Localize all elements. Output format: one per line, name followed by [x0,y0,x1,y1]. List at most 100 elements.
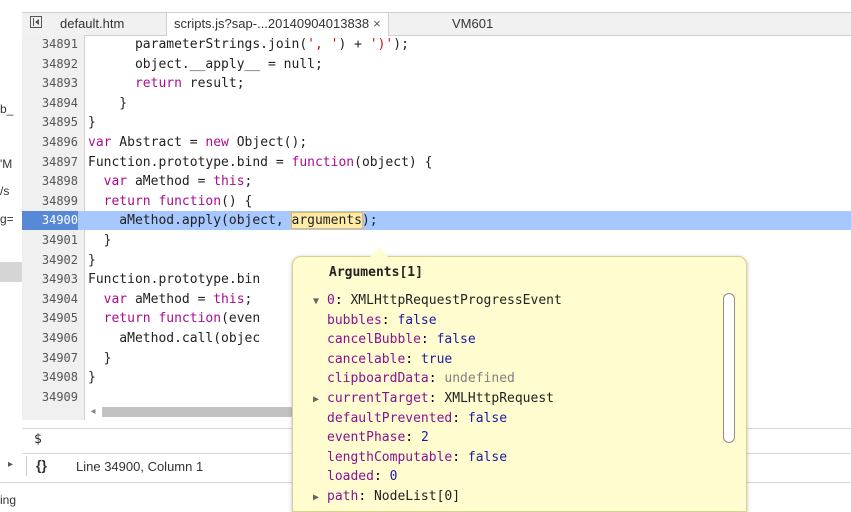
line-number[interactable]: 34900 [22,211,78,231]
line-number[interactable]: 34899 [22,192,78,211]
tab-label: VM601 [452,16,494,31]
line-number[interactable]: 34906 [22,329,78,348]
property-row[interactable]: ▼ 0: XMLHttpRequestProgressEvent [313,291,562,310]
collapsed-triangle-icon[interactable]: ▶ [313,488,327,507]
line-number[interactable]: 34908 [22,368,78,387]
property-key: eventPhase [327,430,406,446]
variable-popover[interactable]: Arguments[1] ▼ 0: XMLHttpRequestProgressE… [292,256,747,512]
pretty-print-button[interactable]: {} [36,457,47,473]
scrollbar-thumb[interactable] [102,407,292,417]
line-number[interactable]: 34892 [22,55,78,74]
property-key: defaultPrevented [327,410,453,426]
line-number[interactable]: 34894 [22,94,78,113]
code-token: } [88,233,112,248]
property-value: false [467,410,508,426]
code-token: ', ' [307,37,339,52]
line-number[interactable]: 34901 [22,231,78,250]
horizontal-scrollbar[interactable]: ◂ [86,405,296,419]
code-text: object.__apply__ = null; [88,55,323,74]
navigator-fragment: b_ [0,102,14,116]
property-row: cancelBubble: false [327,332,476,348]
bottom-fragment: ing [0,493,17,507]
code-token: new [205,135,229,150]
property-value: 0 [389,469,398,485]
code-text: } [88,113,96,132]
line-number[interactable]: 34895 [22,113,78,132]
cursor-position: Line 34900, Column 1 [76,459,204,474]
code-token: Object(); [228,135,308,150]
property-row: defaultPrevented: false [327,410,508,426]
line-number[interactable]: 34891 [22,35,78,54]
code-token: Function.prototype.bin [88,272,261,288]
property-value: XMLHttpRequest [444,391,554,406]
code-token: Function.prototype.bind = [88,154,292,170]
tab-label: default.htm [60,16,125,31]
line-number[interactable]: 34909 [22,388,78,407]
code-token: parameterStrings.join( [88,37,308,52]
code-token: (object) { [354,154,433,170]
scroll-left-icon[interactable]: ◂ [86,405,100,419]
code-token: var [103,174,128,190]
line-number[interactable]: 34898 [22,172,78,191]
code-token: } [88,95,128,111]
property-key: lengthComputable [327,449,453,465]
property-value: XMLHttpRequestProgressEvent [350,293,562,308]
collapsed-triangle-icon[interactable]: ▶ [313,390,327,409]
code-token: function [158,193,222,209]
code-text: } [88,94,127,113]
property-value: 2 [420,430,429,446]
code-token: function [291,154,355,170]
tab-scripts-js[interactable]: scripts.js?sap-...20140904013838 × [166,13,389,36]
popover-title: Arguments[1] [329,265,423,280]
property-key: cancelable [327,351,406,367]
navigator-fragment: 'M [0,157,13,171]
property-value: undefined [444,371,515,387]
code-text: } [88,368,96,387]
navigator-strip: b_ 'M /s g= [0,0,22,510]
line-number[interactable]: 34893 [22,74,78,93]
toggle-navigator-icon[interactable] [30,16,42,28]
code-line-current[interactable]: 34900 aMethod.apply(object, arguments); [22,211,851,231]
property-row[interactable]: ▶ path: NodeList[0] [313,487,460,506]
tab-label: scripts.js?sap-...20140904013838 [174,16,370,31]
property-row: eventPhase: 2 [327,430,429,446]
close-tab-icon[interactable]: × [373,16,381,31]
line-number[interactable]: 34902 [22,251,78,270]
code-text: return function() { [88,192,253,211]
line-number[interactable]: 34897 [22,153,78,172]
code-token: aMethod.call(objec [88,331,261,346]
code-text: var Abstract = new Object(); [88,133,307,152]
line-number[interactable]: 34905 [22,309,78,328]
popover-scrollbar[interactable] [723,293,735,443]
code-token: return [103,193,151,209]
property-key: bubbles [327,312,382,328]
code-text: aMethod.call(objec [88,329,260,348]
property-key: currentTarget [327,391,429,406]
expanded-triangle-icon[interactable]: ▼ [313,292,327,311]
code-text: } [88,251,96,270]
property-row[interactable]: ▶ currentTarget: XMLHttpRequest [313,389,554,408]
code-text: var aMethod = this; [88,172,253,191]
hovered-token[interactable]: arguments [290,212,363,230]
code-token: ; [244,174,253,190]
popover-pointer [370,247,388,257]
code-token: aMethod = [127,174,214,190]
expand-caret-icon[interactable]: ▸ [8,459,13,470]
line-number[interactable]: 34903 [22,270,78,289]
code-token: return [134,76,182,92]
line-number[interactable]: 34896 [22,133,78,152]
tab-vm601[interactable]: VM601 [446,13,499,35]
line-number[interactable]: 34904 [22,290,78,309]
code-token: Abstract = [111,135,206,150]
code-token: () { [221,193,253,209]
tab-default-htm[interactable]: default.htm [54,13,130,35]
code-token: this [213,291,245,307]
line-number[interactable]: 34907 [22,349,78,368]
code-token: ')' [369,37,394,52]
code-token: ); [393,37,409,52]
code-text: return result; [88,74,245,93]
code-token: ); [361,213,378,229]
